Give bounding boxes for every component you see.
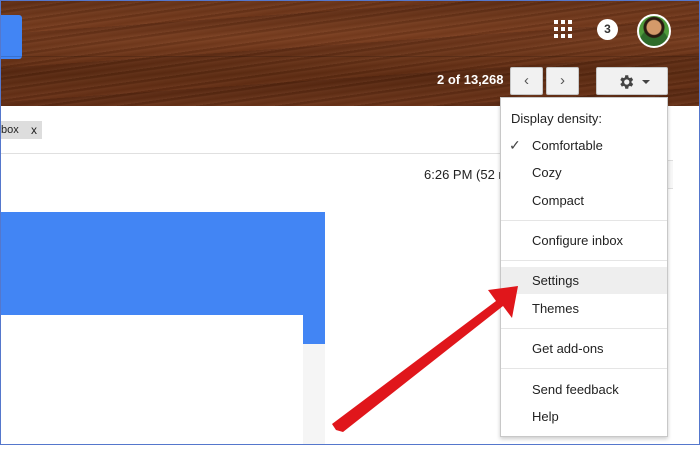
older-button[interactable]: ‹ [510, 67, 543, 95]
settings-menu: Display density: ✓ Comfortable Cozy Comp… [500, 97, 668, 437]
notification-badge[interactable]: 3 [597, 19, 618, 40]
message-image-inner [0, 315, 303, 450]
menu-separator [501, 260, 667, 261]
menu-item-help[interactable]: Help [501, 403, 667, 430]
menu-item-compact[interactable]: Compact [501, 187, 667, 214]
settings-gear-button[interactable] [596, 67, 668, 95]
menu-item-settings[interactable]: Settings [501, 267, 667, 294]
check-icon: ✓ [509, 137, 521, 153]
label-chip[interactable]: box x [0, 121, 42, 139]
display-density-heading: Display density: [511, 111, 603, 126]
menu-separator [501, 220, 667, 221]
menu-item-cozy[interactable]: Cozy [501, 159, 667, 186]
chevron-right-icon: › [560, 72, 565, 89]
menu-separator [501, 368, 667, 369]
menu-item-send-feedback[interactable]: Send feedback [501, 376, 667, 403]
apps-icon[interactable] [554, 20, 572, 38]
menu-item-themes[interactable]: Themes [501, 295, 667, 322]
message-image-shadow [303, 344, 325, 445]
header-bar: 3 2 of 13,268 ‹ › [0, 0, 700, 106]
menu-item-configure-inbox[interactable]: Configure inbox [501, 227, 667, 254]
avatar[interactable] [637, 14, 671, 48]
menu-item-get-add-ons[interactable]: Get add-ons [501, 335, 667, 362]
newer-button[interactable]: › [546, 67, 579, 95]
chevron-down-icon [642, 80, 650, 84]
label-remove-button[interactable]: x [31, 123, 37, 137]
label-chip-text: box [1, 124, 19, 136]
divider [0, 153, 500, 154]
menu-separator [501, 328, 667, 329]
compose-button-edge[interactable] [0, 15, 22, 59]
message-time: 6:26 PM (52 r [424, 167, 503, 182]
gear-icon [620, 75, 634, 89]
menu-item-comfortable[interactable]: ✓ Comfortable [501, 132, 667, 159]
pager-count: 2 of 13,268 [437, 72, 504, 87]
chevron-left-icon: ‹ [524, 72, 529, 89]
